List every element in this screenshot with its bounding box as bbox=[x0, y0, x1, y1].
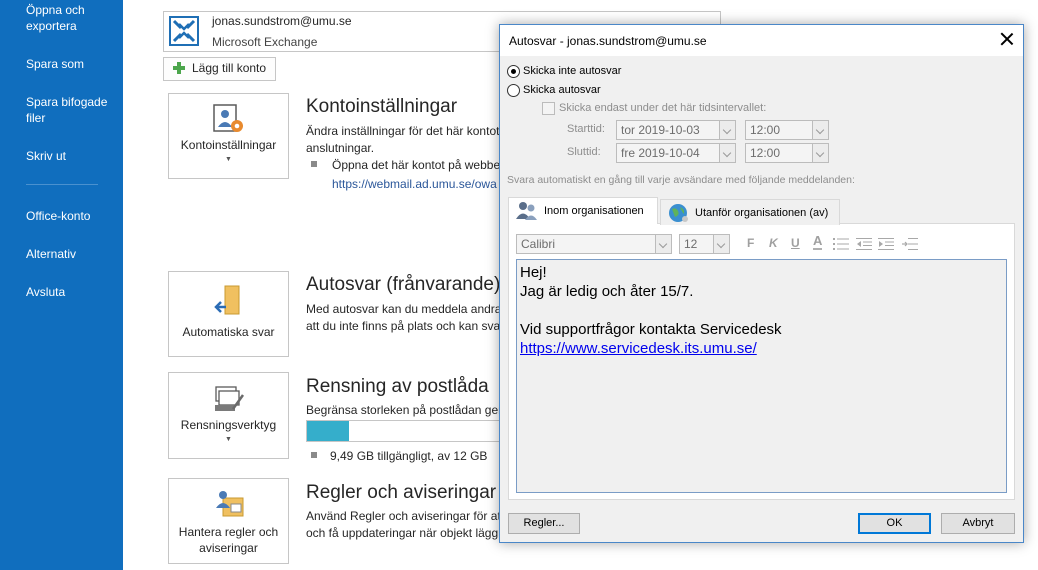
autoreply-desc-2: att du inte finns på plats och kan sva bbox=[306, 319, 501, 333]
font-name-select[interactable]: Calibri bbox=[516, 234, 656, 254]
message-line: Hej! bbox=[520, 264, 547, 281]
end-time-field[interactable]: 12:00 bbox=[745, 143, 813, 163]
font-size-select[interactable]: 12 bbox=[679, 234, 714, 254]
cleanup-tools-icon bbox=[215, 386, 245, 411]
radio-send-autoreply[interactable] bbox=[507, 84, 520, 97]
bullet-icon bbox=[311, 452, 317, 458]
tab-inside-label: Inom organisationen bbox=[544, 205, 644, 217]
bullet-icon bbox=[311, 161, 317, 167]
tab-inside-organization[interactable]: Inom organisationen bbox=[508, 197, 658, 224]
message-line bbox=[520, 301, 1003, 320]
end-date-dropdown[interactable] bbox=[719, 143, 736, 163]
tab-outside-organization[interactable]: Utanför organisationen (av) bbox=[660, 199, 840, 225]
sidebar-item-open-export[interactable]: Öppna och exportera bbox=[26, 2, 118, 34]
end-time-dropdown[interactable] bbox=[812, 143, 829, 163]
autoreply-title: Autosvar (frånvarande) bbox=[306, 274, 501, 295]
autoreply-instruction: Svara automatiskt en gång till varje avs… bbox=[507, 174, 855, 186]
end-date-field[interactable]: fre 2019-10-04 bbox=[616, 143, 720, 163]
chevron-down-icon: ▼ bbox=[225, 156, 232, 163]
message-editor[interactable]: Hej! Jag är ledig och åter 15/7. Vid sup… bbox=[516, 259, 1007, 493]
sidebar-item-save-attachments[interactable]: Spara bifogade filer bbox=[26, 94, 118, 126]
rules-tile-label-2: aviseringar bbox=[199, 541, 258, 555]
rules-tile-label-1: Hantera regler och bbox=[178, 525, 279, 539]
globe-icon bbox=[669, 204, 688, 222]
people-icon bbox=[516, 202, 537, 220]
sidebar-item-options[interactable]: Alternativ bbox=[26, 246, 118, 262]
chevron-down-icon: ▼ bbox=[225, 436, 232, 443]
bold-button[interactable]: F bbox=[747, 236, 754, 250]
add-account-button[interactable]: Lägg till konto bbox=[163, 57, 276, 81]
font-color-button[interactable]: A bbox=[813, 234, 823, 250]
account-settings-tile[interactable]: Kontoinställningar ▼ bbox=[168, 93, 289, 179]
sidebar-item-save-as[interactable]: Spara som bbox=[26, 56, 118, 72]
sidebar-divider bbox=[26, 184, 98, 185]
account-settings-desc-2: anslutningar. bbox=[306, 141, 375, 155]
font-size-dropdown[interactable] bbox=[713, 234, 730, 254]
sidebar-item-exit[interactable]: Avsluta bbox=[26, 284, 118, 300]
account-settings-bullet-text: Öppna det här kontot på webbe bbox=[332, 158, 501, 172]
cancel-button[interactable]: Avbryt bbox=[941, 513, 1015, 534]
start-date-dropdown[interactable] bbox=[719, 120, 736, 140]
exchange-icon bbox=[169, 16, 199, 46]
account-settings-tile-label: Kontoinställningar bbox=[180, 138, 277, 152]
cleanup-tile-label: Rensningsverktyg bbox=[180, 418, 277, 432]
radio-no-autoreply-label: Skicka inte autosvar bbox=[523, 65, 622, 77]
autoreply-dialog: Autosvar - jonas.sundstrom@umu.se Skicka… bbox=[499, 24, 1024, 543]
close-icon[interactable] bbox=[999, 31, 1015, 47]
sidebar-item-print[interactable]: Skriv ut bbox=[26, 148, 118, 164]
account-type: Microsoft Exchange bbox=[212, 35, 318, 49]
radio-no-autoreply[interactable] bbox=[507, 65, 520, 78]
add-account-label: Lägg till konto bbox=[192, 61, 267, 75]
interval-checkbox[interactable] bbox=[542, 102, 555, 115]
autoreply-tile[interactable]: Automatiska svar bbox=[168, 271, 289, 357]
rules-alerts-icon bbox=[216, 491, 244, 517]
start-time-field[interactable]: 12:00 bbox=[745, 120, 813, 140]
outdent-icon[interactable] bbox=[856, 237, 872, 251]
account-settings-desc-1: Ändra inställningar för det här kontot bbox=[306, 124, 500, 138]
autoreply-desc-1: Med autosvar kan du meddela andra bbox=[306, 302, 502, 316]
message-line: Vid supportfrågor kontakta Servicedesk bbox=[520, 321, 782, 338]
autoreply-icon bbox=[214, 285, 240, 315]
quota-text: 9,49 GB tillgängligt, av 12 GB bbox=[330, 449, 488, 463]
start-time-dropdown[interactable] bbox=[812, 120, 829, 140]
mailbox-quota-fill bbox=[307, 421, 349, 441]
mailbox-quota-bar bbox=[306, 420, 506, 442]
rules-tile[interactable]: Hantera regler och aviseringar bbox=[168, 478, 289, 564]
increase-indent-icon[interactable] bbox=[902, 237, 918, 251]
rules-desc-2: och få uppdateringar när objekt lägg bbox=[306, 526, 499, 540]
dialog-titlebar: Autosvar - jonas.sundstrom@umu.se bbox=[500, 25, 1023, 56]
rules-title: Regler och aviseringar bbox=[306, 482, 497, 503]
owa-link[interactable]: https://webmail.ad.umu.se/owa bbox=[332, 177, 497, 191]
backstage-sidebar: Öppna och exportera Spara som Spara bifo… bbox=[0, 0, 123, 570]
autoreply-tile-label: Automatiska svar bbox=[182, 325, 275, 339]
start-time-label: Starttid: bbox=[567, 123, 605, 135]
account-settings-icon bbox=[213, 104, 243, 132]
underline-button[interactable]: U bbox=[791, 236, 800, 250]
font-name-dropdown[interactable] bbox=[655, 234, 672, 254]
cleanup-desc-1: Begränsa storleken på postlådan gen bbox=[306, 403, 505, 417]
start-date-field[interactable]: tor 2019-10-03 bbox=[616, 120, 720, 140]
servicedesk-link[interactable]: https://www.servicedesk.its.umu.se/ bbox=[520, 340, 757, 357]
radio-send-autoreply-label: Skicka autosvar bbox=[523, 84, 601, 96]
account-email: jonas.sundstrom@umu.se bbox=[212, 14, 352, 28]
italic-button[interactable]: K bbox=[769, 236, 778, 250]
tab-outside-label: Utanför organisationen (av) bbox=[695, 207, 829, 219]
plus-icon bbox=[173, 62, 185, 74]
interval-checkbox-label: Skicka endast under det här tidsinterval… bbox=[559, 102, 767, 114]
message-line: Jag är ledig och åter 15/7. bbox=[520, 283, 694, 300]
sidebar-item-office-account[interactable]: Office-konto bbox=[26, 208, 118, 224]
dialog-title: Autosvar - jonas.sundstrom@umu.se bbox=[509, 34, 707, 48]
bullet-list-icon[interactable] bbox=[833, 237, 849, 251]
indent-icon[interactable] bbox=[878, 237, 894, 251]
account-settings-title: Kontoinställningar bbox=[306, 96, 458, 117]
cleanup-tile[interactable]: Rensningsverktyg ▼ bbox=[168, 372, 289, 459]
rules-desc-1: Använd Regler och aviseringar för att bbox=[306, 509, 505, 523]
end-time-label: Sluttid: bbox=[567, 146, 601, 158]
cleanup-title: Rensning av postlåda bbox=[306, 376, 489, 397]
rules-button[interactable]: Regler... bbox=[508, 513, 580, 534]
ok-button[interactable]: OK bbox=[858, 513, 931, 534]
